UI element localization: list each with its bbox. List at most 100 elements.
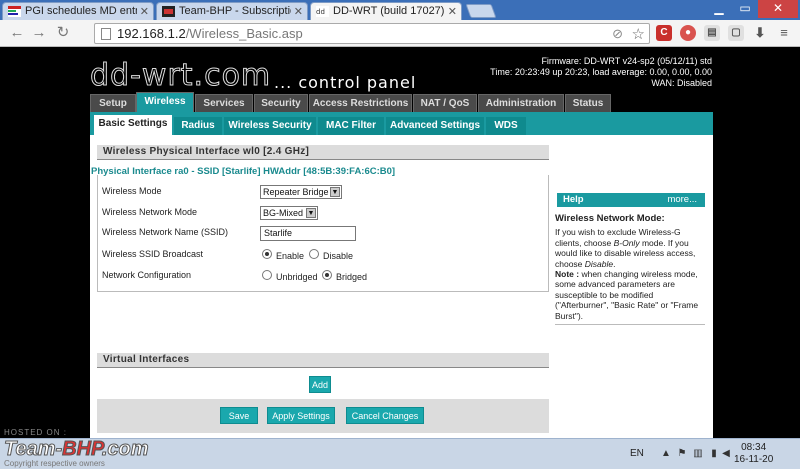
close-window-icon[interactable]: ✕ <box>758 0 798 18</box>
brand-part-red: BHP <box>62 438 103 461</box>
watermark-hosted-text: HOSTED ON : <box>4 428 68 437</box>
watermark-brand: Team-BHP.com <box>3 438 149 461</box>
broadcast-disable-radio[interactable] <box>309 249 319 259</box>
tray-flag-icon[interactable]: ⚑ <box>676 448 688 460</box>
brand-part: Team- <box>3 438 63 461</box>
tab-status[interactable]: Status <box>565 94 611 112</box>
bridged-radio[interactable] <box>322 270 332 280</box>
wireless-mode-select[interactable]: Repeater Bridge ▼ <box>260 185 342 199</box>
clock-time: 08:34 <box>741 442 767 453</box>
subtab-advanced-settings[interactable]: Advanced Settings <box>386 117 484 135</box>
help-title: Help <box>563 194 584 205</box>
apply-settings-button[interactable]: Apply Settings <box>267 407 335 424</box>
menu-icon[interactable]: ≡ <box>776 25 792 41</box>
dropdown-arrow-icon: ▼ <box>330 187 340 197</box>
ssid-input[interactable]: Starlife <box>260 226 356 241</box>
physical-interface-heading: Wireless Physical Interface wl0 [2.4 GHz… <box>97 145 549 160</box>
virtual-interfaces-heading: Virtual Interfaces <box>97 353 549 368</box>
adblock-icon[interactable]: ● <box>680 25 696 41</box>
subtab-radius[interactable]: Radius <box>174 117 222 135</box>
maximize-window-icon[interactable]: ▭ <box>732 0 758 18</box>
subtab-wds[interactable]: WDS <box>486 117 526 135</box>
browser-tab-teambhp[interactable]: Team-BHP - Subscription ✕ <box>156 2 308 20</box>
watermark-copyright: Copyright respective owners <box>4 459 105 468</box>
tab-nat-qos[interactable]: NAT / QoS <box>413 94 477 112</box>
svg-text:dd: dd <box>316 8 325 16</box>
language-indicator[interactable]: EN <box>630 448 644 459</box>
tray-arrow-icon[interactable]: ▲ <box>660 448 672 460</box>
dropdown-arrow-icon: ▼ <box>306 208 316 218</box>
help-note: Note : when changing wireless mode, some… <box>555 269 705 321</box>
lock-icon[interactable]: ⊘ <box>612 26 623 42</box>
browser-tab-strip: PGI schedules MD entrance ✕ Team-BHP - S… <box>0 0 800 20</box>
broadcast-enable-label: Enable <box>276 251 305 261</box>
logo-text: dd-wrt.com <box>89 58 272 94</box>
extension-c-icon[interactable]: C <box>656 25 672 41</box>
save-button[interactable]: Save <box>220 407 258 424</box>
unbridged-radio[interactable] <box>262 270 272 280</box>
firmware-text: Firmware: DD-WRT v24-sp2 (05/12/11) std <box>541 56 712 66</box>
close-tab-icon[interactable]: ✕ <box>294 5 303 18</box>
address-bar[interactable]: 192.168.1.2/Wireless_Basic.asp ⊘ ☆ <box>94 23 650 44</box>
news-favicon-icon <box>8 6 21 17</box>
network-mode-select[interactable]: BG-Mixed ▼ <box>260 206 318 220</box>
tab-wireless[interactable]: Wireless <box>136 92 194 112</box>
teambhp-favicon-icon <box>162 6 175 17</box>
network-icon[interactable]: ▥ <box>692 448 704 460</box>
clock-date: 16-11-20 <box>734 454 774 465</box>
url-host: 192.168.1.2 <box>117 26 186 41</box>
cancel-changes-button[interactable]: Cancel Changes <box>346 407 424 424</box>
help-text-italic: Disable <box>584 258 614 269</box>
new-tab-button[interactable] <box>465 4 497 18</box>
download-icon[interactable]: ⬇ <box>752 25 768 41</box>
tab-access-restrictions[interactable]: Access Restrictions <box>309 94 412 112</box>
url-text[interactable]: 192.168.1.2/Wireless_Basic.asp <box>117 26 303 41</box>
browser-tab-ddwrt[interactable]: dd DD-WRT (build 17027) - W ✕ <box>310 2 462 20</box>
extension-grey-icon[interactable]: ▤ <box>704 25 720 41</box>
close-tab-icon[interactable]: ✕ <box>140 5 149 18</box>
help-text: . <box>613 258 616 269</box>
ddwrt-logo: dd-wrt.com ... control panel <box>89 58 415 94</box>
help-content: Wireless Network Mode: If you wish to ex… <box>555 213 705 321</box>
help-note-label: Note : <box>555 269 580 280</box>
system-clock[interactable]: 08:34 16-11-20 <box>734 442 773 466</box>
close-tab-icon[interactable]: ✕ <box>448 5 457 18</box>
url-path: /Wireless_Basic.asp <box>185 26 303 41</box>
subtab-wireless-security[interactable]: Wireless Security <box>224 117 316 135</box>
tab-setup[interactable]: Setup <box>90 94 136 112</box>
page-icon <box>101 28 111 40</box>
extension-box-icon[interactable]: ▢ <box>728 25 744 41</box>
reload-icon[interactable]: ↻ <box>54 24 72 42</box>
bridged-label: Bridged <box>336 272 368 282</box>
unbridged-label: Unbridged <box>276 272 318 282</box>
tab-security[interactable]: Security <box>254 94 308 112</box>
wireless-mode-value: Repeater Bridge <box>263 187 329 197</box>
subtab-mac-filter[interactable]: MAC Filter <box>318 117 384 135</box>
subtab-basic-settings[interactable]: Basic Settings <box>94 115 172 135</box>
tab-title: DD-WRT (build 17027) - W <box>333 5 445 17</box>
battery-icon[interactable]: ▮ <box>708 448 720 460</box>
back-icon[interactable]: ← <box>8 24 26 42</box>
bookmark-star-icon[interactable]: ☆ <box>632 25 645 43</box>
forward-icon[interactable]: → <box>30 24 48 42</box>
add-interface-button[interactable]: Add <box>309 376 331 393</box>
system-info: Firmware: DD-WRT v24-sp2 (05/12/11) std … <box>490 56 712 89</box>
browser-toolbar: ← → ↻ 192.168.1.2/Wireless_Basic.asp ⊘ ☆… <box>0 20 800 47</box>
browser-tab-pgi[interactable]: PGI schedules MD entrance ✕ <box>2 2 154 20</box>
brand-part: .com <box>101 438 149 461</box>
help-text-italic: B-Only <box>613 237 640 248</box>
minimize-window-icon[interactable]: ▁ <box>706 0 732 18</box>
help-more-link[interactable]: more... <box>667 194 697 205</box>
volume-icon[interactable]: ◀ <box>720 448 732 460</box>
teambhp-watermark: HOSTED ON : Team-BHP.com Copyright respe… <box>0 428 200 469</box>
tab-services[interactable]: Services <box>195 94 253 112</box>
sub-nav: Basic Settings Radius Wireless Security … <box>90 112 713 135</box>
ddwrt-favicon-icon: dd <box>316 6 329 17</box>
logo-tagline: ... control panel <box>274 73 417 92</box>
broadcast-enable-radio[interactable] <box>262 249 272 259</box>
ssid-label: Wireless Network Name (SSID) <box>102 227 229 237</box>
network-configuration-label: Network Configuration <box>102 270 192 280</box>
wireless-mode-label: Wireless Mode <box>102 186 162 196</box>
tab-administration[interactable]: Administration <box>478 94 564 112</box>
wan-status: WAN: Disabled <box>651 78 712 88</box>
